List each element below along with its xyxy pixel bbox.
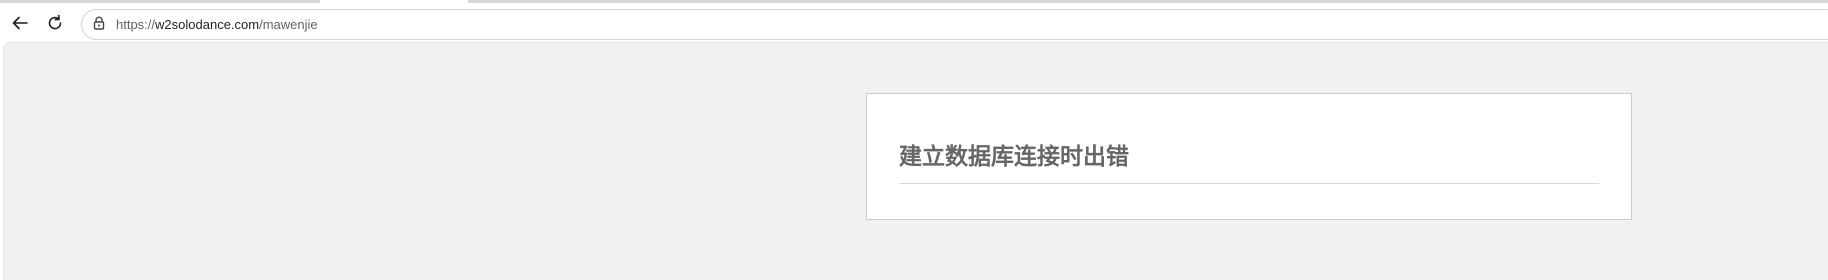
error-message-box: 建立数据库连接时出错 [866,93,1632,220]
address-bar[interactable]: https://w2solodance.com/mawenjie [81,9,1828,40]
browser-toolbar: https://w2solodance.com/mawenjie [0,3,1828,42]
url-host: w2solodance.com [155,17,260,32]
error-title: 建立数据库连接时出错 [899,144,1129,170]
site-info-button[interactable] [88,14,110,36]
reload-button[interactable] [41,9,69,37]
url-path: /mawenjie [259,17,318,32]
tune-lock-icon [91,15,107,36]
url-text[interactable]: https://w2solodance.com/mawenjie [116,17,318,33]
back-button[interactable] [6,9,34,37]
arrow-left-icon [10,13,30,33]
title-divider [899,183,1599,184]
reload-icon [45,13,65,33]
url-scheme: https:// [116,17,156,32]
